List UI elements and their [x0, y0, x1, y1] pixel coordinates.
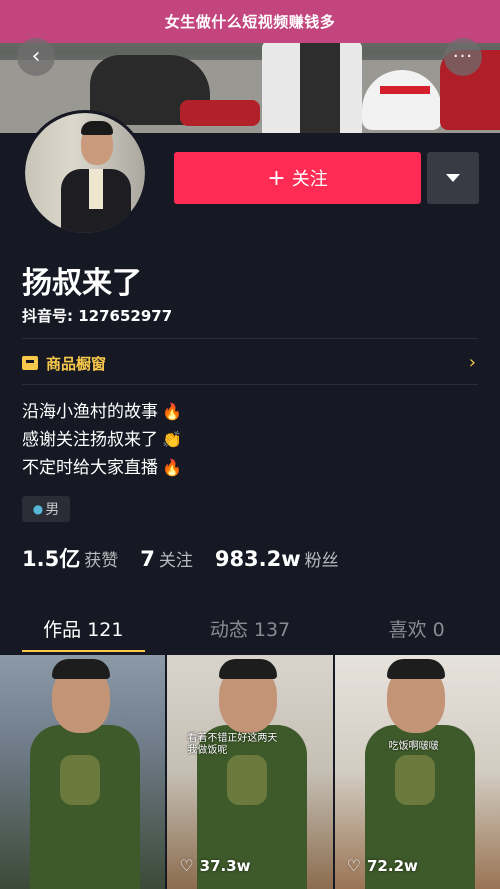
video-grid: 看着不错正好这两天 我做饭呢 ♡ 37.3w 吃饭啊啵啵 ♡ 72.2w	[0, 655, 500, 889]
heart-icon: ♡	[179, 856, 194, 875]
heart-icon: ♡	[346, 856, 361, 875]
gender-icon: ●	[32, 502, 44, 516]
gender-tag: ● 男	[22, 496, 70, 522]
follow-button[interactable]: + 关注	[174, 152, 421, 204]
video-thumbnail[interactable]: 看着不错正好这两天 我做饭呢 ♡ 37.3w	[167, 655, 333, 889]
video-thumbnail[interactable]	[0, 655, 166, 889]
banner-title: 女生做什么短视频赚钱多	[164, 13, 336, 31]
follow-label: 关注	[291, 169, 328, 190]
clap-icon: 👏	[162, 430, 182, 449]
dropdown-icon	[446, 174, 460, 182]
video-likes: ♡ 72.2w	[346, 856, 418, 875]
bio-line: 不定时给大家直播 🔥	[22, 454, 182, 482]
divider	[22, 384, 478, 385]
bio-line: 沿海小渔村的故事 🔥	[22, 398, 182, 426]
profile-tabs: 作品 121 动态 137 喜欢 0	[0, 604, 500, 652]
stat-following[interactable]: 7 关注	[140, 546, 193, 571]
more-button[interactable]: ···	[444, 38, 482, 76]
shop-window-link[interactable]: 商品橱窗 ›	[22, 350, 478, 376]
more-icon: ···	[452, 46, 474, 67]
divider	[22, 338, 478, 339]
shop-label: 商品橱窗	[46, 354, 107, 373]
top-banner: 女生做什么短视频赚钱多	[0, 0, 500, 43]
tab-dynamics[interactable]: 动态 137	[167, 604, 334, 652]
stat-likes: 1.5亿 获赞	[22, 547, 119, 571]
shop-icon	[22, 356, 38, 370]
profile-name: 扬叔来了	[22, 266, 142, 301]
video-thumbnail[interactable]: 吃饭啊啵啵 ♡ 72.2w	[334, 655, 500, 889]
chevron-right-icon: ›	[468, 352, 476, 373]
bio: 沿海小渔村的故事 🔥 感谢关注扬叔来了 👏 不定时给大家直播 🔥	[22, 398, 182, 482]
back-icon: ‹	[31, 44, 41, 69]
fire-icon: 🔥	[162, 402, 182, 421]
douyin-id: 抖音号: 127652977	[22, 307, 173, 325]
bio-line: 感谢关注扬叔来了 👏	[22, 426, 182, 454]
stat-followers[interactable]: 983.2w 粉丝	[215, 546, 339, 571]
stats-row: 1.5亿 获赞 7 关注 983.2w 粉丝	[22, 543, 361, 573]
video-likes: ♡ 37.3w	[179, 856, 251, 875]
video-caption: 看着不错正好这两天 我做饭呢	[187, 733, 278, 756]
fire-icon: 🔥	[162, 458, 182, 477]
recommend-dropdown-button[interactable]	[427, 152, 479, 204]
avatar[interactable]	[22, 110, 148, 236]
plus-icon: +	[267, 165, 286, 191]
tab-likes[interactable]: 喜欢 0	[333, 604, 500, 652]
gender-label: 男	[45, 502, 60, 518]
back-button[interactable]: ‹	[17, 38, 55, 76]
tab-works[interactable]: 作品 121	[0, 604, 167, 652]
video-caption: 吃饭啊啵啵	[388, 741, 439, 752]
